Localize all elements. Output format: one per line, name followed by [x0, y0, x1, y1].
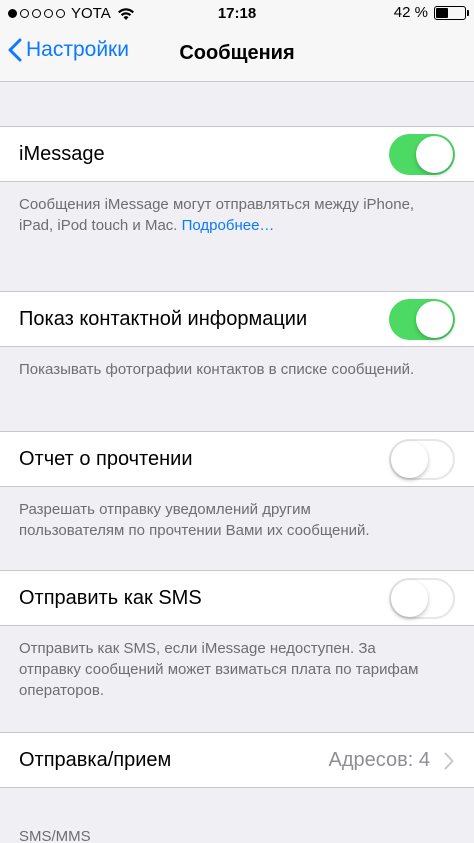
- page-title: Сообщения: [179, 42, 295, 64]
- read-receipts-cell: Отчет о прочтении: [0, 431, 474, 487]
- read-receipts-label: Отчет о прочтении: [19, 448, 193, 470]
- send-as-sms-toggle[interactable]: [389, 578, 455, 619]
- send-receive-label: Отправка/прием: [19, 749, 172, 771]
- imessage-cell: iMessage: [0, 126, 474, 182]
- imessage-label: iMessage: [19, 143, 105, 165]
- toggle-knob: [391, 441, 428, 478]
- toggle-knob: [416, 301, 453, 338]
- toggle-knob: [416, 136, 453, 173]
- show-contact-label: Показ контактной информации: [19, 308, 308, 330]
- show-contact-footer: Показывать фотографии контактов в списке…: [19, 361, 415, 378]
- send-as-sms-cell: Отправить как SMS: [0, 570, 474, 626]
- send-as-sms-footer: Отправить как SMS, если iMessage недосту…: [19, 640, 419, 699]
- send-receive-cell[interactable]: Отправка/прием Адресов: 4: [0, 732, 474, 788]
- learn-more-link[interactable]: Подробнее…: [182, 217, 275, 234]
- read-receipts-footer: Разрешать отправку уведомлений другим по…: [19, 501, 370, 539]
- navigation-bar: Настройки Сообщения: [0, 28, 474, 82]
- send-as-sms-label: Отправить как SMS: [19, 587, 202, 609]
- sms-mms-section-header: SMS/MMS: [19, 828, 91, 843]
- chevron-right-icon: [444, 752, 454, 770]
- show-contact-cell: Показ контактной информации: [0, 291, 474, 347]
- read-receipts-toggle[interactable]: [389, 439, 455, 480]
- battery-fill: [436, 7, 448, 18]
- send-receive-value: Адресов: 4: [328, 749, 430, 771]
- imessage-footer: Сообщения iMessage могут отправляться ме…: [19, 194, 419, 236]
- battery-percent: 42 %: [393, 4, 428, 21]
- show-contact-toggle[interactable]: [389, 299, 455, 340]
- imessage-toggle[interactable]: [389, 134, 455, 175]
- status-bar: YOTA 17:18 42 %: [0, 0, 474, 28]
- toggle-knob: [391, 580, 428, 617]
- status-bar-right: 42 %: [393, 4, 469, 21]
- battery-icon: [434, 5, 469, 20]
